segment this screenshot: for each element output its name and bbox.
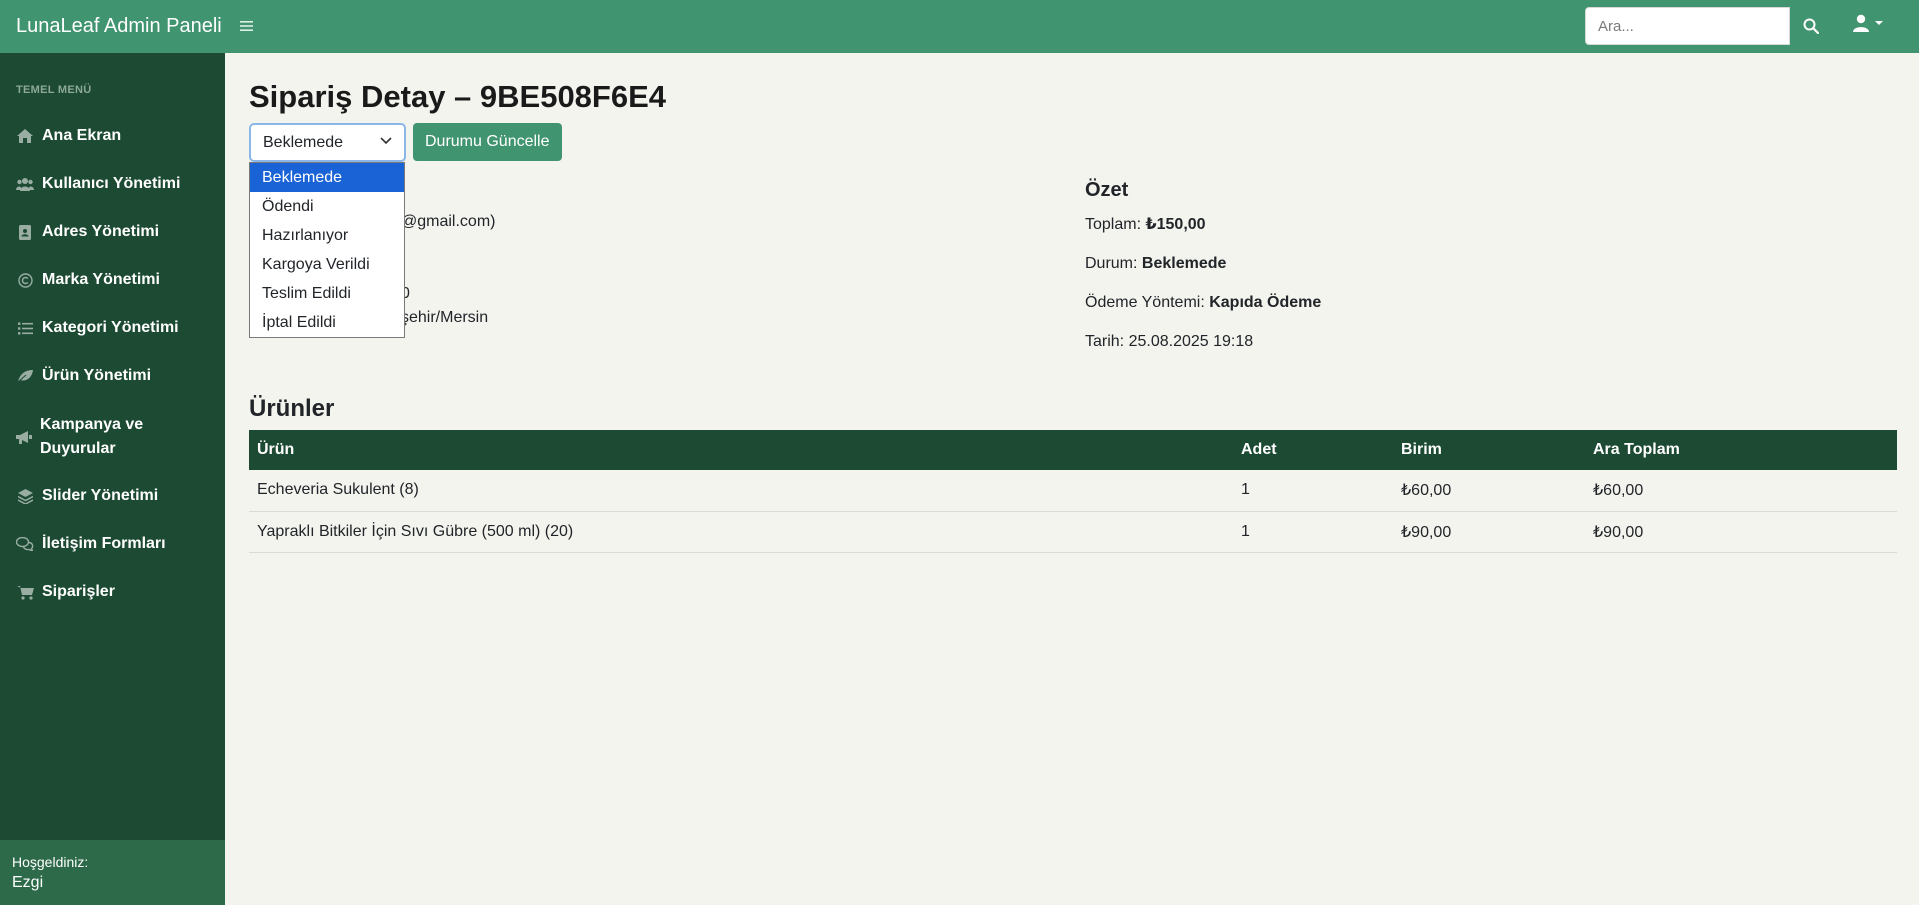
megaphone-icon	[16, 429, 32, 445]
top-navbar: LunaLeaf Admin Paneli	[0, 0, 1919, 53]
summary-total: Toplam: ₺150,00	[1085, 214, 1321, 234]
quantity-cell: 1	[1233, 511, 1393, 553]
status-option[interactable]: Beklemede	[250, 163, 404, 192]
date-label: Tarih:	[1085, 333, 1125, 350]
sidebar-item-ana-ekran[interactable]: Ana Ekran	[16, 127, 216, 145]
sidebar-item-label: Kategori Yönetimi	[42, 319, 179, 336]
summary-payment: Ödeme Yöntemi: Kapıda Ödeme	[1085, 294, 1321, 312]
update-status-button[interactable]: Durumu Güncelle	[413, 123, 562, 161]
layers-icon	[16, 488, 34, 504]
sidebar-footer: Hoşgeldiniz: Ezgi	[0, 840, 225, 905]
subtotal-cell: ₺60,00	[1585, 470, 1897, 512]
summary-date: Tarih: 25.08.2025 19:18	[1085, 333, 1321, 351]
sidebar-item-adres-yonetimi[interactable]: Adres Yönetimi	[16, 223, 216, 241]
address-book-icon	[16, 224, 34, 240]
users-icon	[16, 176, 34, 192]
sidebar-item-label: Slider Yönetimi	[42, 487, 159, 504]
customer-address-fragment: şehir/Mersin	[401, 309, 489, 326]
status-option[interactable]: Ödendi	[250, 192, 404, 221]
sidebar-item-label: Marka Yönetimi	[42, 271, 160, 288]
list-icon	[16, 320, 34, 336]
sidebar-item-label: Kampanya ve Duyurular	[40, 416, 144, 457]
payment-label: Ödeme Yöntemi:	[1085, 294, 1205, 311]
status-value: Beklemede	[1141, 255, 1227, 272]
sidebar-item-label: Kullanıcı Yönetimi	[42, 175, 181, 192]
status-select-value: Beklemede	[263, 133, 344, 151]
home-icon	[16, 128, 34, 144]
column-header: Adet	[1233, 430, 1393, 470]
cart-icon	[16, 584, 34, 600]
search-input[interactable]	[1585, 7, 1790, 45]
search-button[interactable]	[1790, 7, 1832, 45]
search-icon	[1803, 18, 1819, 34]
sidebar-item-label: Ürün Yönetimi	[42, 367, 152, 384]
unit-price-cell: ₺60,00	[1393, 470, 1585, 512]
status-label: Durum:	[1085, 255, 1138, 272]
logged-in-username: Ezgi	[12, 874, 44, 891]
sidebar-item-kampanya-duyurular[interactable]: Kampanya ve Duyurular	[16, 413, 166, 461]
sidebar: TEMEL MENÜ Ana Ekran Kullanıcı Yönetimi …	[0, 53, 225, 905]
unit-price-cell: ₺90,00	[1393, 511, 1585, 553]
user-menu-button[interactable]	[1853, 14, 1884, 32]
sidebar-item-label: Siparişler	[42, 583, 115, 600]
status-option[interactable]: Teslim Edildi	[250, 279, 404, 308]
sidebar-item-kategori-yonetimi[interactable]: Kategori Yönetimi	[16, 319, 216, 337]
status-option[interactable]: İptal Edildi	[250, 308, 404, 337]
product-name-cell: Echeveria Sukulent (8)	[249, 470, 1233, 512]
table-row: Yapraklı Bitkiler İçin Sıvı Gübre (500 m…	[249, 511, 1897, 553]
total-label: Toplam:	[1085, 216, 1142, 233]
order-summary: Özet Toplam: ₺150,00 Durum: Beklemede Öd…	[1085, 179, 1321, 372]
sidebar-item-label: Ana Ekran	[42, 127, 122, 144]
quantity-cell: 1	[1233, 470, 1393, 512]
comments-icon	[16, 536, 34, 552]
sidebar-item-marka-yonetimi[interactable]: Marka Yönetimi	[16, 271, 216, 289]
date-value: 25.08.2025 19:18	[1128, 333, 1254, 350]
menu-toggle-icon[interactable]	[239, 16, 253, 37]
table-row: Echeveria Sukulent (8) 1 ₺60,00 ₺60,00	[249, 470, 1897, 512]
leaf-icon	[16, 368, 34, 384]
order-status-select[interactable]: Beklemede	[249, 123, 406, 162]
customer-email-fragment: @gmail.com)	[401, 213, 496, 230]
column-header: Ürün	[249, 430, 1233, 470]
column-header: Birim	[1393, 430, 1585, 470]
sidebar-item-siparisler[interactable]: Siparişler	[16, 583, 216, 601]
sidebar-item-iletisim-formlari[interactable]: İletişim Formları	[16, 535, 216, 553]
sidebar-item-kullanici-yonetimi[interactable]: Kullanıcı Yönetimi	[16, 175, 216, 193]
sidebar-item-label: İletişim Formları	[42, 535, 166, 552]
column-header: Ara Toplam	[1585, 430, 1897, 470]
sidebar-item-urun-yonetimi[interactable]: Ürün Yönetimi	[16, 367, 216, 385]
products-table: Ürün Adet Birim Ara Toplam Echeveria Suk…	[249, 430, 1897, 553]
brand-title[interactable]: LunaLeaf Admin Paneli	[16, 15, 222, 38]
search-group	[1585, 7, 1832, 45]
caret-down-icon	[1875, 21, 1883, 25]
sidebar-heading: TEMEL MENÜ	[16, 84, 92, 96]
summary-status: Durum: Beklemede	[1085, 255, 1321, 273]
product-name-cell: Yapraklı Bitkiler İçin Sıvı Gübre (500 m…	[249, 511, 1233, 553]
user-icon	[1853, 14, 1869, 32]
status-option[interactable]: Hazırlanıyor	[250, 221, 404, 250]
page-title: Sipariş Detay – 9BE508F6E4	[249, 79, 667, 114]
summary-title: Özet	[1085, 179, 1129, 201]
sidebar-item-slider-yonetimi[interactable]: Slider Yönetimi	[16, 487, 216, 505]
copyright-icon	[16, 272, 34, 288]
table-header-row: Ürün Adet Birim Ara Toplam	[249, 430, 1897, 470]
welcome-text: Hoşgeldiniz:	[12, 854, 89, 870]
status-option[interactable]: Kargoya Verildi	[250, 250, 404, 279]
subtotal-cell: ₺90,00	[1585, 511, 1897, 553]
chevron-down-icon	[380, 137, 392, 145]
products-title: Ürünler	[249, 395, 335, 422]
main-content: Sipariş Detay – 9BE508F6E4 Beklemede Dur…	[225, 53, 1919, 905]
status-dropdown-list: Beklemede Ödendi Hazırlanıyor Kargoya Ve…	[249, 162, 405, 338]
sidebar-item-label: Adres Yönetimi	[42, 223, 160, 240]
payment-value: Kapıda Ödeme	[1209, 294, 1322, 311]
total-value: ₺150,00	[1145, 216, 1206, 233]
